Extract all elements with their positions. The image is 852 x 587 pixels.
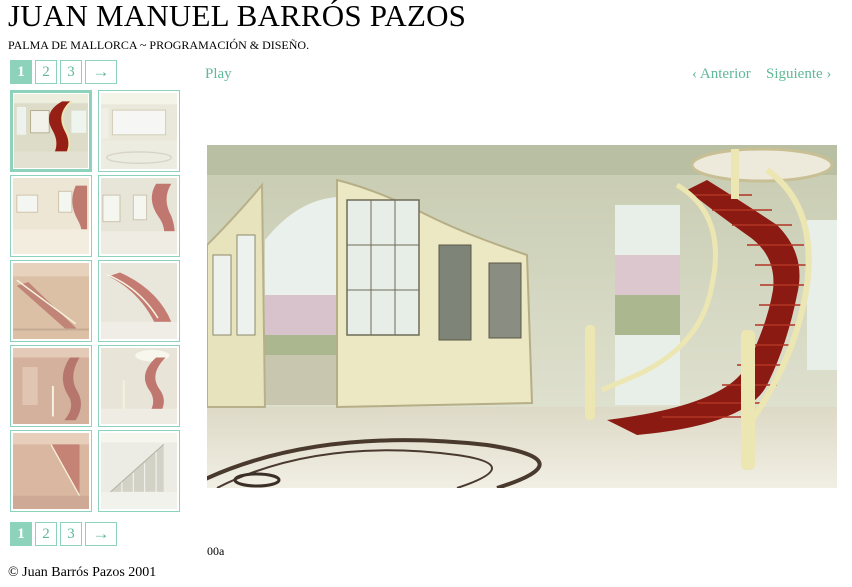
pager-bottom: 1 2 3 → xyxy=(10,522,117,546)
footer-copyright: © Juan Barrós Pazos 2001 xyxy=(8,565,157,580)
thumbnail-image xyxy=(14,94,88,168)
thumbnail-image xyxy=(101,433,177,509)
thumbnail-8[interactable] xyxy=(98,345,180,427)
page-1-button[interactable]: 1 xyxy=(10,522,32,546)
image-caption: 00a xyxy=(207,544,225,558)
previous-link[interactable]: ‹ Anterior xyxy=(692,66,751,83)
thumbnail-grid xyxy=(10,90,180,512)
thumbnail-image xyxy=(13,263,89,339)
site-title: JUAN MANUEL BARRÓS PAZOS xyxy=(8,0,467,33)
thumbnail-10[interactable] xyxy=(98,430,180,512)
thumbnail-image xyxy=(101,93,177,169)
page-1-button[interactable]: 1 xyxy=(10,60,32,84)
thumbnail-image xyxy=(101,263,177,339)
thumbnail-6[interactable] xyxy=(98,260,180,342)
page-2-button[interactable]: 2 xyxy=(35,60,57,84)
thumbnail-image xyxy=(13,348,89,424)
play-link[interactable]: Play xyxy=(205,66,232,83)
thumbnail-image xyxy=(101,348,177,424)
next-link[interactable]: Siguiente › xyxy=(766,66,831,83)
pager-top: 1 2 3 → xyxy=(10,60,117,84)
page-3-button[interactable]: 3 xyxy=(60,522,82,546)
page-2-button[interactable]: 2 xyxy=(35,522,57,546)
thumbnail-image xyxy=(13,178,89,254)
thumbnail-3[interactable] xyxy=(10,175,92,257)
thumbnail-image xyxy=(13,433,89,509)
next-page-arrow-button[interactable]: → xyxy=(85,522,117,546)
thumbnail-1[interactable] xyxy=(10,90,92,172)
thumbnail-5[interactable] xyxy=(10,260,92,342)
thumbnail-image xyxy=(101,178,177,254)
page-3-button[interactable]: 3 xyxy=(60,60,82,84)
site-subtitle: PALMA DE MALLORCA ~ PROGRAMACIÓN & DISEÑ… xyxy=(8,38,310,52)
thumbnail-7[interactable] xyxy=(10,345,92,427)
main-image xyxy=(207,145,837,488)
thumbnail-9[interactable] xyxy=(10,430,92,512)
thumbnail-4[interactable] xyxy=(98,175,180,257)
thumbnail-2[interactable] xyxy=(98,90,180,172)
next-page-arrow-button[interactable]: → xyxy=(85,60,117,84)
